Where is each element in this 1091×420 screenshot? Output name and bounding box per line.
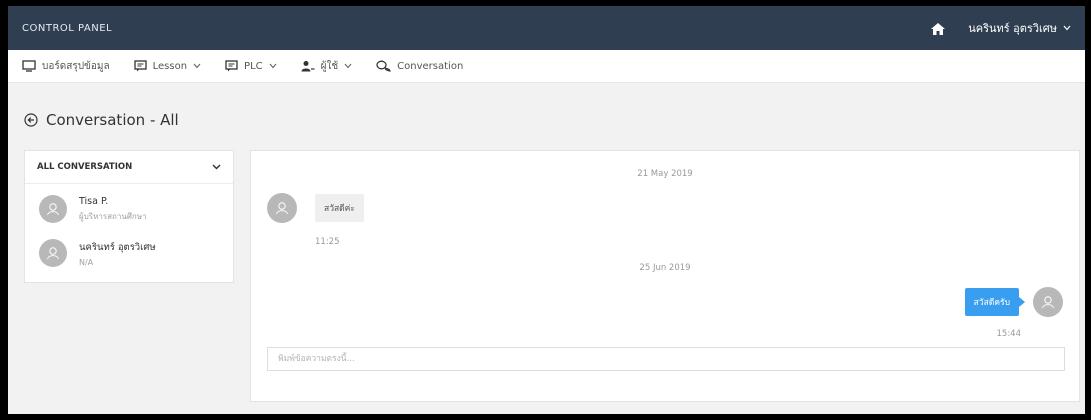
page-title: Conversation - All (24, 111, 179, 129)
back-arrow-icon[interactable] (24, 113, 38, 127)
conversation-item[interactable]: Tisa P. ผู้บริหารสถานศึกษา (25, 187, 233, 231)
contact-name: Tisa P. (79, 195, 109, 207)
user-avatar-icon (47, 203, 59, 216)
chevron-down-icon (193, 63, 201, 69)
conversation-filter-dropdown[interactable]: ALL CONVERSATION (25, 151, 233, 184)
page-title-text: Conversation - All (46, 111, 179, 129)
nav-item-label: PLC (244, 60, 263, 72)
chevron-down-icon (212, 164, 221, 170)
main-nav: บอร์ดสรุปข้อมูล Lesson PLC ผู้ใช้ Conver… (8, 50, 1085, 83)
date-separator: 21 May 2019 (637, 169, 693, 179)
avatar (267, 193, 297, 223)
home-icon[interactable] (930, 21, 946, 35)
logo[interactable]: CONTROL PANEL (22, 23, 112, 34)
nav-item-lesson[interactable]: Lesson (133, 60, 201, 72)
avatar (39, 195, 67, 223)
conversation-filter-label: ALL CONVERSATION (37, 162, 133, 172)
conversation-item[interactable]: นครินทร์ อุตรวิเศษ N/A (25, 231, 233, 275)
nav-item-users[interactable]: ผู้ใช้ (301, 59, 353, 74)
header-actions: นครินทร์ อุตรวิเศษ (930, 19, 1071, 37)
chevron-down-icon (344, 63, 352, 69)
avatar (39, 239, 67, 267)
incoming-message: สวัสดีค่ะ (267, 193, 364, 223)
user-avatar-icon (47, 247, 59, 260)
chevron-down-icon (269, 63, 277, 69)
contact-role: N/A (79, 257, 94, 267)
message-square-icon (133, 60, 147, 72)
message-time: 11:25 (315, 237, 340, 247)
message-square-icon (225, 60, 238, 72)
nav-item-label: Conversation (397, 60, 464, 72)
outgoing-message: สวัสดีครับ (964, 287, 1063, 317)
nav-item-dashboard[interactable]: บอร์ดสรุปข้อมูล (22, 59, 110, 74)
date-separator: 25 Jun 2019 (639, 263, 691, 273)
chat-bubbles-icon (376, 60, 391, 72)
nav-item-label: ผู้ใช้ (320, 60, 339, 72)
nav-item-label: บอร์ดสรุปข้อมูล (42, 60, 110, 72)
app-window: CONTROL PANEL นครินทร์ อุตรวิเศษ บอร์ดสร… (8, 6, 1085, 414)
user-avatar-icon (276, 202, 288, 215)
message-bubble: สวัสดีครับ (964, 288, 1026, 316)
user-icon (301, 61, 315, 72)
chevron-down-icon (1063, 25, 1071, 31)
nav-item-label: Lesson (152, 60, 188, 72)
contact-role: ผู้บริหารสถานศึกษา (79, 211, 147, 221)
contact-name: นครินทร์ อุตรวิเศษ (79, 241, 156, 253)
message-input[interactable] (267, 347, 1065, 371)
conversation-list: ALL CONVERSATION Tisa P. ผู้บริหารสถานศึ… (24, 150, 234, 283)
avatar (1033, 287, 1063, 317)
monitor-icon (22, 60, 36, 72)
nav-item-plc[interactable]: PLC (225, 60, 277, 72)
nav-item-conversation[interactable]: Conversation (376, 60, 463, 72)
message-time: 15:44 (996, 329, 1022, 339)
user-avatar-icon (1042, 296, 1054, 309)
chat-panel: 21 May 2019 สวัสดีค่ะ 11:25 25 Jun 2019 … (250, 150, 1080, 402)
user-name: นครินทร์ อุตรวิเศษ (968, 22, 1057, 35)
user-menu[interactable]: นครินทร์ อุตรวิเศษ (968, 19, 1071, 37)
message-bubble: สวัสดีค่ะ (315, 194, 364, 222)
top-header: CONTROL PANEL นครินทร์ อุตรวิเศษ (8, 6, 1085, 50)
